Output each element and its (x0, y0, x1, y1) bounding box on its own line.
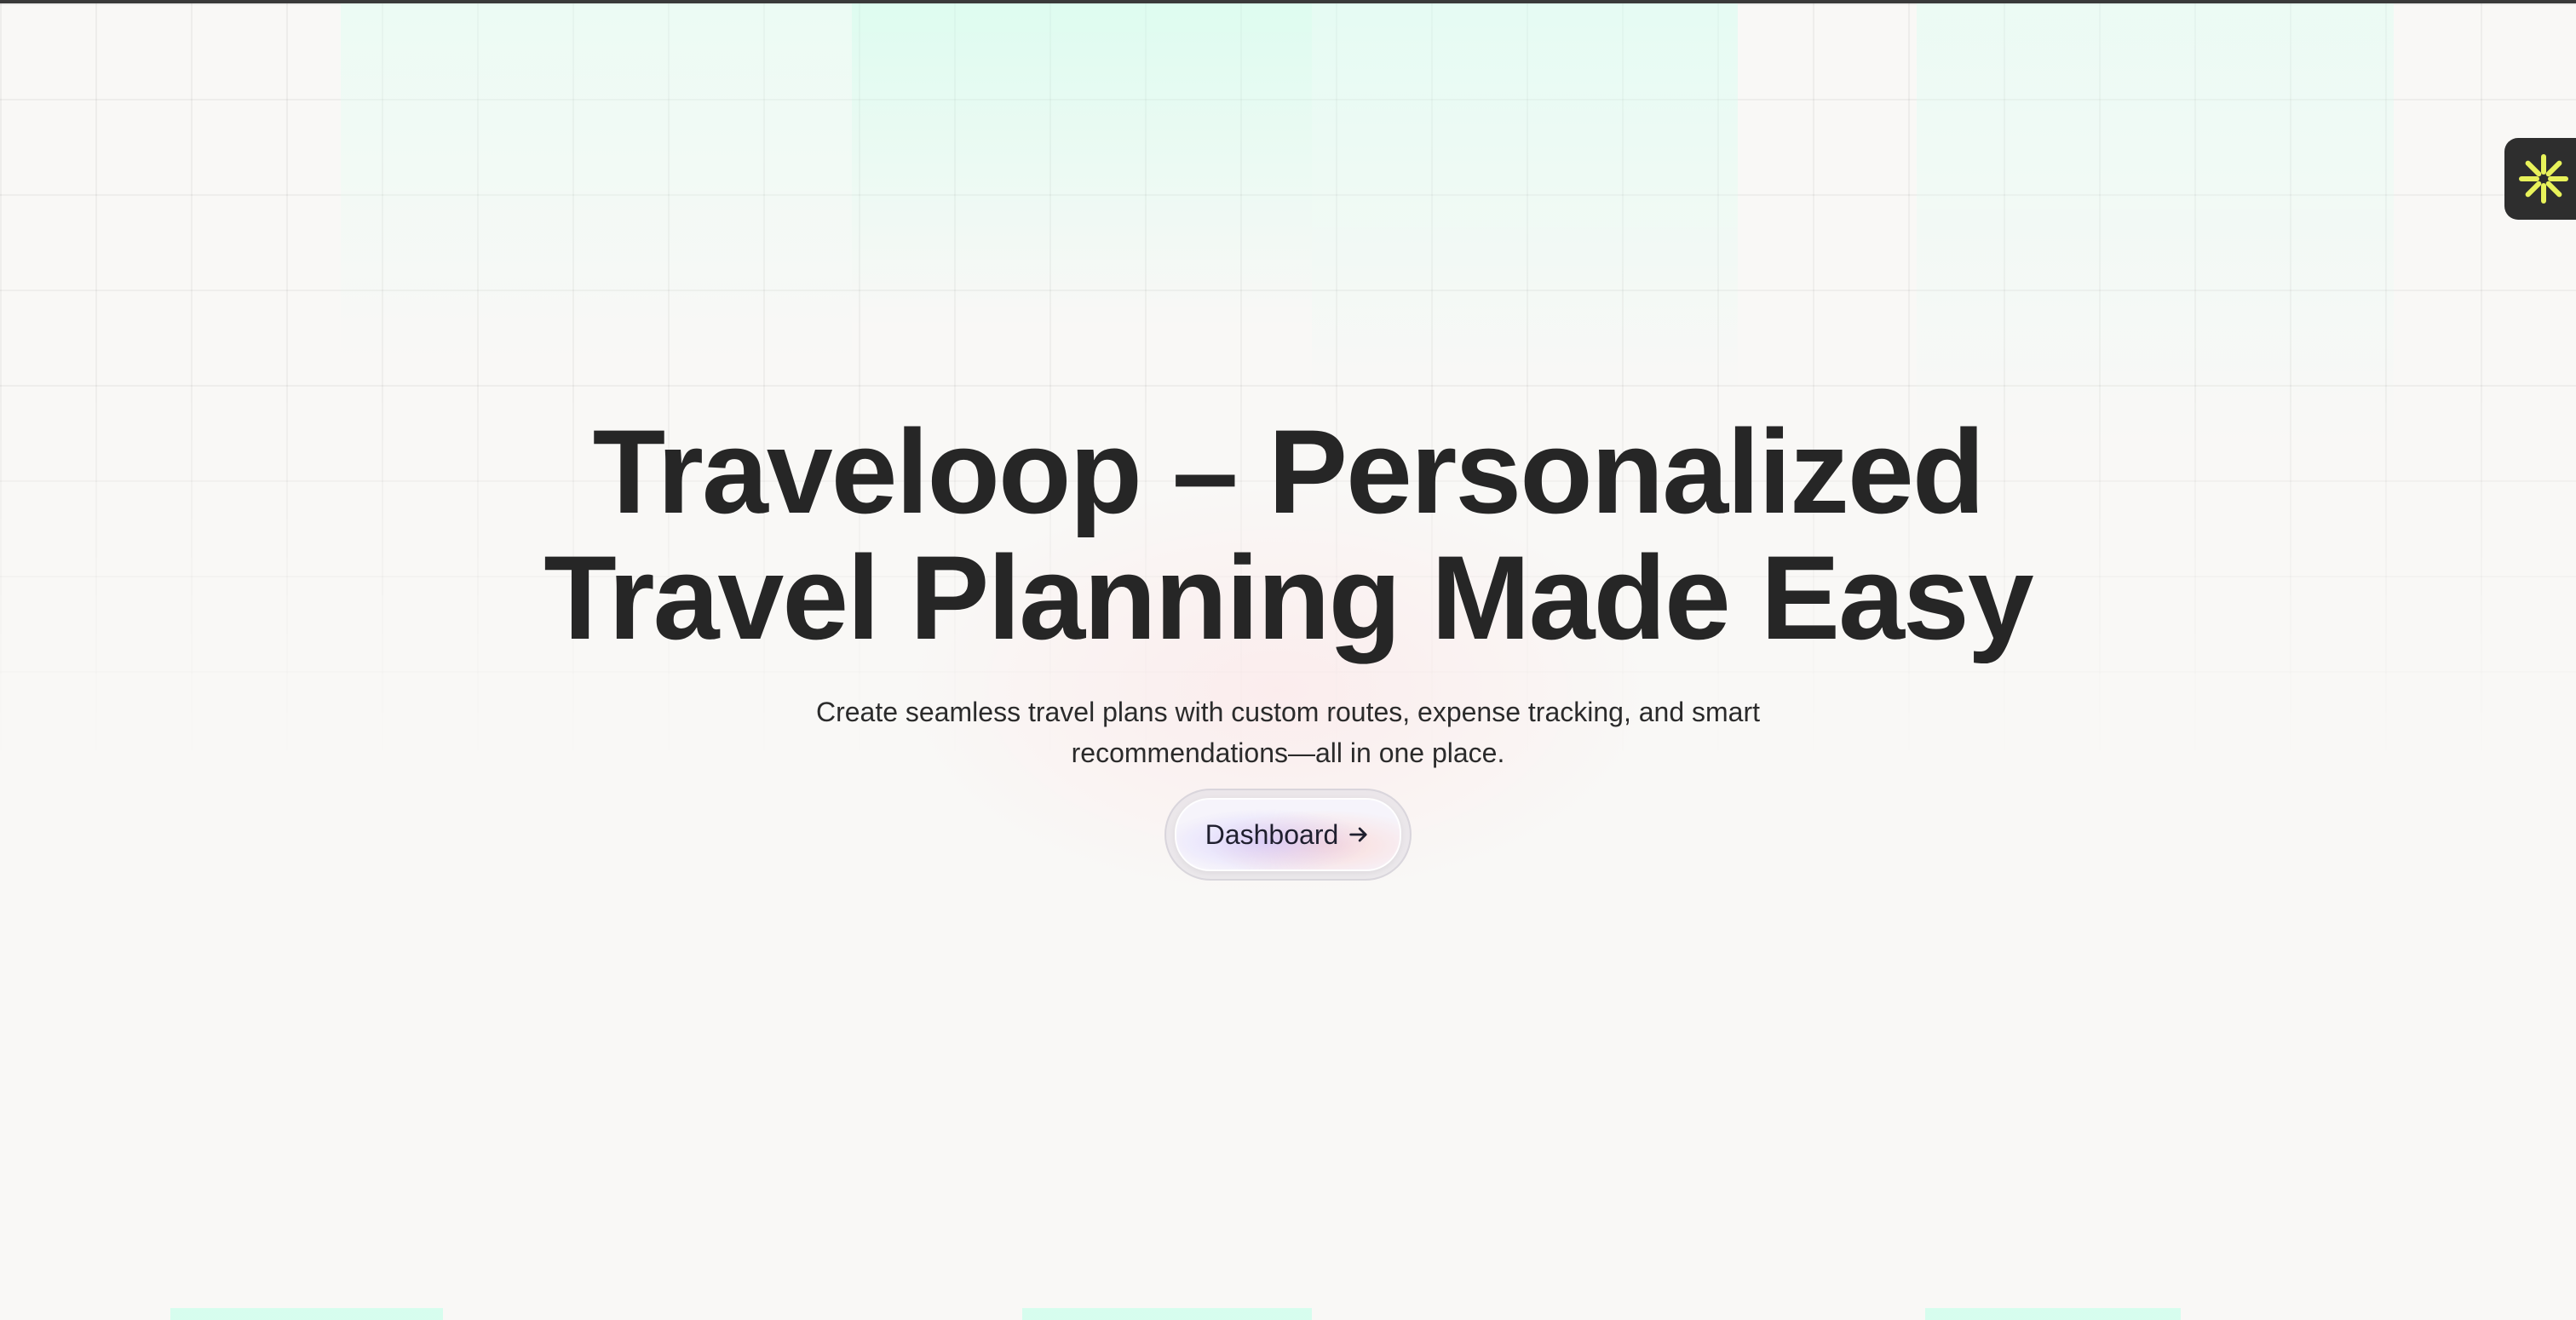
dashboard-button[interactable]: Dashboard (1175, 798, 1401, 871)
floating-widget-button[interactable] (2504, 138, 2576, 220)
arrow-right-icon (1349, 827, 1367, 842)
hero-subtitle: Create seamless travel plans with custom… (794, 692, 1782, 773)
hero-subtitle-line-1: Create seamless travel plans with custom… (815, 697, 1761, 727)
hero-section: Traveloop – Personalized Travel Planning… (0, 409, 2576, 881)
asterisk-burst-icon (2519, 154, 2568, 204)
hero-subtitle-line-2: recommendations—all in one place. (1071, 737, 1505, 768)
dashboard-button-label: Dashboard (1205, 818, 1339, 850)
landing-page: Traveloop – Personalized Travel Planning… (0, 0, 2576, 1320)
hero-title-line-1: Traveloop – Personalized (592, 405, 1986, 538)
hero-title-line-2: Travel Planning Made Easy (543, 531, 2033, 664)
hero-title: Traveloop – Personalized Travel Planning… (436, 409, 2140, 661)
bottom-accent-strip (0, 1308, 2576, 1320)
dashboard-button-container: Dashboard (1164, 789, 1412, 881)
